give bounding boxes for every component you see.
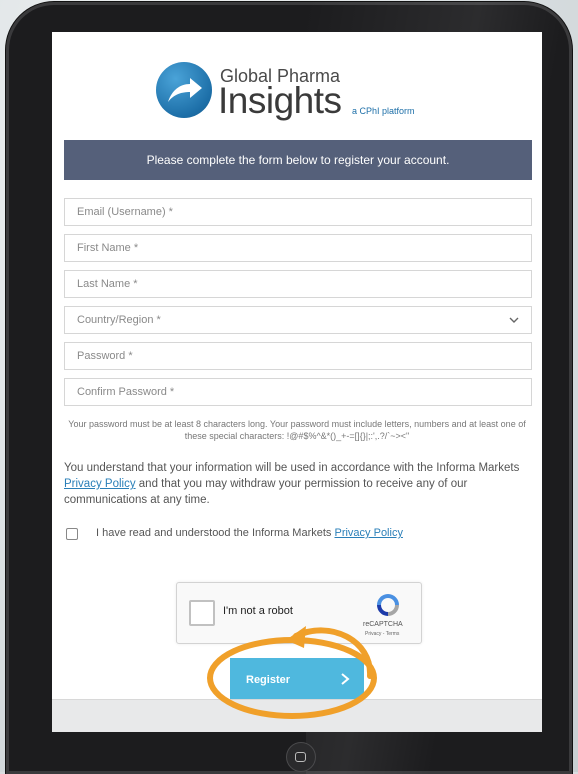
home-button[interactable]: [286, 742, 316, 772]
recaptcha-checkbox[interactable]: [189, 600, 215, 626]
checkbox-privacy-policy-link[interactable]: Privacy Policy: [334, 527, 402, 539]
privacy-checkbox-label: I have read and understood the Informa M…: [96, 526, 403, 540]
form-banner: Please complete the form below to regist…: [64, 140, 532, 180]
recaptcha-terms-link[interactable]: Privacy - Terms: [365, 631, 399, 637]
chevron-right-icon: [341, 673, 350, 685]
home-square-icon: [295, 752, 306, 762]
country-select-value: Country/Region *: [77, 314, 161, 326]
privacy-checkbox[interactable]: [66, 528, 78, 540]
logo-tagline: a CPhI platform: [352, 106, 415, 116]
confirm-password-input[interactable]: [65, 379, 531, 405]
register-button[interactable]: Register: [230, 658, 364, 702]
confirm-password-field[interactable]: [64, 378, 532, 406]
password-hint: Your password must be at least 8 charact…: [68, 419, 526, 441]
first-name-field[interactable]: [64, 234, 532, 262]
password-input[interactable]: [65, 343, 531, 369]
consent-text: You understand that your information wil…: [64, 460, 534, 508]
first-name-input[interactable]: [65, 235, 531, 261]
privacy-checkbox-row[interactable]: I have read and understood the Informa M…: [66, 526, 526, 542]
checkbox-text: I have read and understood the Informa M…: [96, 527, 335, 539]
chevron-down-icon: [509, 317, 519, 323]
email-field[interactable]: [64, 198, 532, 226]
screen: Global Pharma Insights a CPhI platform P…: [52, 32, 542, 732]
logo: Global Pharma Insights a CPhI platform: [156, 62, 456, 122]
logo-text-main: Insights: [218, 80, 342, 121]
register-button-label: Register: [246, 674, 291, 686]
recaptcha-logo-icon: [377, 594, 399, 616]
country-select[interactable]: Country/Region *: [64, 306, 532, 334]
last-name-input[interactable]: [65, 271, 531, 297]
recaptcha-widget[interactable]: I'm not a robot reCAPTCHA Privacy - Term…: [176, 582, 422, 644]
logo-arrow-icon: [156, 62, 212, 118]
recaptcha-brand: reCAPTCHA: [363, 621, 403, 628]
privacy-policy-link[interactable]: Privacy Policy: [64, 478, 136, 490]
last-name-field[interactable]: [64, 270, 532, 298]
tablet-frame: Global Pharma Insights a CPhI platform P…: [6, 2, 572, 774]
password-field[interactable]: [64, 342, 532, 370]
recaptcha-label: I'm not a robot: [223, 605, 293, 617]
screen-footer: [52, 699, 542, 732]
consent-prefix: You understand that your information wil…: [64, 462, 520, 474]
email-input[interactable]: [65, 199, 531, 225]
